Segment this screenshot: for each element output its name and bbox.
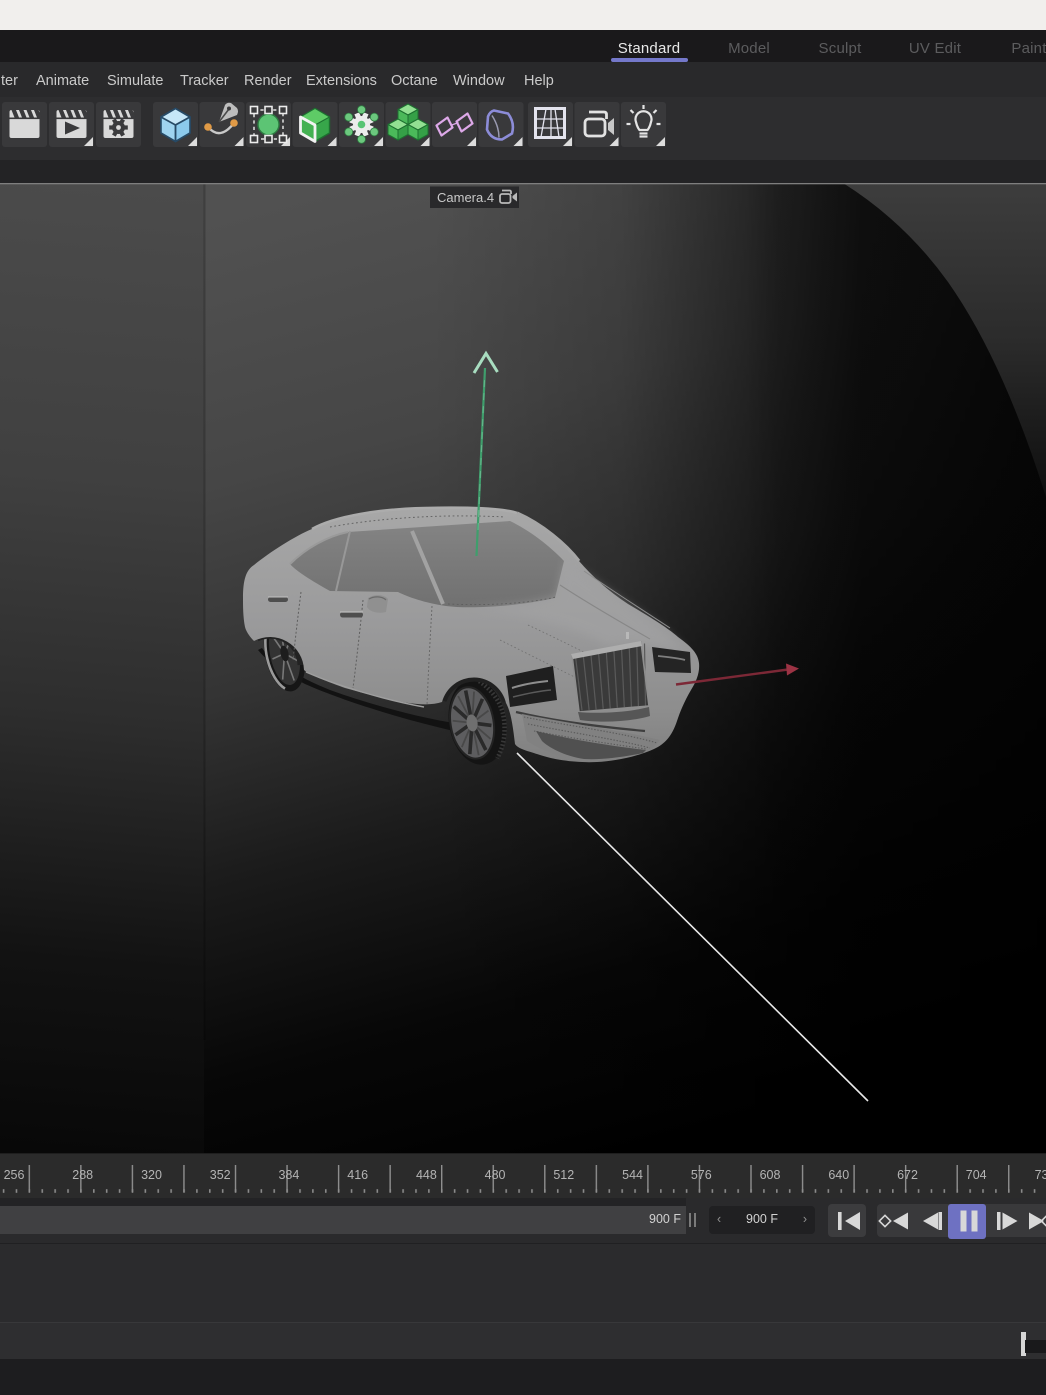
svg-text:640: 640 [828, 1168, 849, 1182]
svg-text:320: 320 [141, 1168, 162, 1182]
svg-text:736: 736 [1035, 1168, 1046, 1182]
svg-text:544: 544 [622, 1168, 643, 1182]
svg-text:384: 384 [278, 1168, 299, 1182]
svg-text:480: 480 [485, 1168, 506, 1182]
svg-text:704: 704 [966, 1168, 987, 1182]
svg-text:672: 672 [897, 1168, 918, 1182]
svg-text:512: 512 [553, 1168, 574, 1182]
svg-text:576: 576 [691, 1168, 712, 1182]
svg-text:416: 416 [347, 1168, 368, 1182]
svg-text:352: 352 [210, 1168, 231, 1182]
svg-text:Camera.4: Camera.4 [437, 190, 494, 205]
svg-text:608: 608 [760, 1168, 781, 1182]
svg-text:288: 288 [72, 1168, 93, 1182]
svg-text:448: 448 [416, 1168, 437, 1182]
svg-text:256: 256 [4, 1168, 25, 1182]
